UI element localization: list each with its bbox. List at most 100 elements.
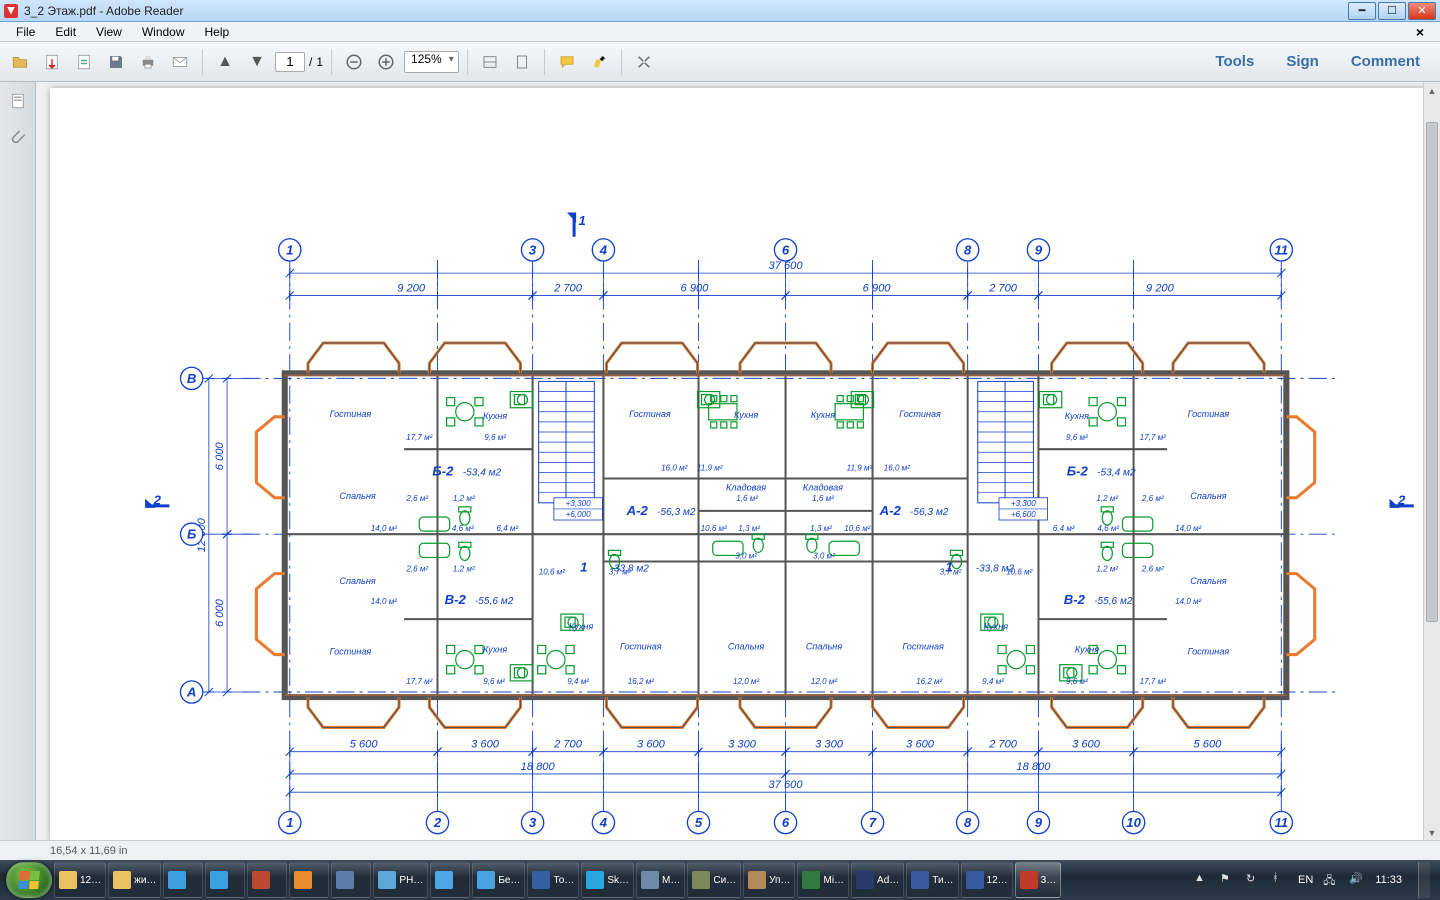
taskbar-item[interactable]: То…	[527, 862, 579, 898]
taskbar-item[interactable]: Ти…	[906, 862, 958, 898]
pdf-page[interactable]: +3,300+6,000+3,300+6,60037 6009 2002 700…	[50, 88, 1426, 844]
svg-text:Гостиная: Гостиная	[330, 409, 372, 419]
taskbar-item[interactable]: Sk…	[581, 862, 634, 898]
svg-text:17,7 м²: 17,7 м²	[1140, 677, 1167, 686]
export-pdf-button[interactable]	[38, 48, 66, 76]
taskbar-item[interactable]: жи…	[108, 862, 161, 898]
taskbar-item[interactable]	[205, 862, 245, 898]
windows-taskbar: 12…жи…PH…Бе…То…Sk…М…Си…Уп…Mi…Ad…Ти…12…3……	[0, 860, 1440, 900]
taskbar-item[interactable]: Бе…	[472, 862, 525, 898]
svg-text:6 900: 6 900	[681, 282, 710, 294]
tray-sync-icon[interactable]: ↻	[1246, 872, 1262, 888]
svg-text:6,4 м²: 6,4 м²	[496, 524, 518, 533]
tray-volume-icon[interactable]: 🔊	[1349, 872, 1365, 888]
svg-text:Кухня: Кухня	[1075, 645, 1099, 655]
comment-panel-link[interactable]: Comment	[1337, 53, 1434, 70]
fit-width-button[interactable]	[476, 48, 504, 76]
taskbar-item[interactable]: 12…	[961, 862, 1013, 898]
menu-window[interactable]: Window	[132, 23, 195, 41]
taskbar-item[interactable]: 3…	[1015, 862, 1062, 898]
svg-text:4: 4	[599, 242, 608, 257]
svg-text:Кладовая: Кладовая	[803, 483, 843, 493]
tray-up-icon[interactable]: ▲	[1194, 872, 1210, 888]
attachments-icon[interactable]	[7, 126, 29, 148]
window-maximize-button[interactable]: ☐	[1378, 2, 1406, 20]
svg-text:6: 6	[782, 815, 790, 830]
taskbar-item[interactable]	[247, 862, 287, 898]
menu-edit[interactable]: Edit	[45, 23, 86, 41]
sign-panel-link[interactable]: Sign	[1272, 53, 1333, 70]
start-button[interactable]	[6, 862, 52, 898]
print-button[interactable]	[134, 48, 162, 76]
svg-text:-56,3 м2: -56,3 м2	[657, 507, 696, 518]
svg-text:Кухня: Кухня	[483, 645, 507, 655]
svg-text:3: 3	[529, 242, 537, 257]
taskbar-item[interactable]: Си…	[687, 862, 741, 898]
window-minimize-button[interactable]: ━	[1348, 2, 1376, 20]
taskbar-item[interactable]	[289, 862, 329, 898]
svg-text:+6,600: +6,600	[1011, 510, 1036, 519]
thumbnails-icon[interactable]	[7, 90, 29, 112]
taskbar-item[interactable]: 12…	[54, 862, 106, 898]
menu-close-icon[interactable]: ×	[1406, 22, 1434, 42]
svg-text:37 600: 37 600	[769, 260, 804, 272]
tray-network-icon[interactable]: 🖧	[1323, 872, 1339, 888]
svg-text:1,2 м²: 1,2 м²	[453, 494, 475, 503]
open-button[interactable]	[6, 48, 34, 76]
tray-language[interactable]: EN	[1298, 874, 1313, 886]
page-indicator: / 1	[275, 52, 323, 72]
svg-text:2,6 м²: 2,6 м²	[405, 494, 428, 503]
create-pdf-button[interactable]	[70, 48, 98, 76]
email-button[interactable]	[166, 48, 194, 76]
svg-text:4: 4	[599, 815, 608, 830]
svg-text:6 000: 6 000	[214, 442, 226, 471]
vertical-scrollbar[interactable]: ▲▼	[1423, 82, 1440, 841]
svg-text:-55,6 м2: -55,6 м2	[1094, 596, 1133, 607]
zoom-out-button[interactable]	[340, 48, 368, 76]
taskbar-item[interactable]: Уп…	[743, 862, 795, 898]
tray-clock[interactable]: 11:33	[1375, 874, 1402, 886]
svg-text:Кухня: Кухня	[734, 410, 758, 420]
svg-text:11: 11	[1274, 242, 1288, 257]
window-close-button[interactable]: ✕	[1408, 2, 1436, 20]
svg-text:Спальня: Спальня	[1190, 491, 1226, 501]
fit-page-button[interactable]	[508, 48, 536, 76]
page-current-input[interactable]	[275, 52, 305, 72]
add-note-button[interactable]	[553, 48, 581, 76]
tray-bluetooth-icon[interactable]: ᚼ	[1272, 872, 1288, 888]
save-button[interactable]	[102, 48, 130, 76]
svg-text:Кухня: Кухня	[811, 410, 835, 420]
taskbar-item[interactable]	[331, 862, 371, 898]
menu-file[interactable]: File	[6, 23, 45, 41]
taskbar-item[interactable]: Mi…	[797, 862, 849, 898]
page-up-button[interactable]: ▲	[211, 48, 239, 76]
taskbar-item[interactable]: М…	[636, 862, 685, 898]
svg-text:8: 8	[964, 815, 972, 830]
tray-action-center-icon[interactable]: ⚑	[1220, 872, 1236, 888]
svg-text:Спальня: Спальня	[339, 491, 375, 501]
svg-text:16,2 м²: 16,2 м²	[628, 677, 655, 686]
svg-text:9,4 м²: 9,4 м²	[567, 677, 589, 686]
menu-help[interactable]: Help	[195, 23, 240, 41]
taskbar-item[interactable]: Ad…	[851, 862, 904, 898]
app-logo-icon	[4, 4, 18, 18]
taskbar-item[interactable]	[163, 862, 203, 898]
svg-text:5: 5	[695, 815, 703, 830]
svg-text:3: 3	[529, 815, 537, 830]
highlight-button[interactable]	[585, 48, 613, 76]
svg-text:37 600: 37 600	[769, 779, 804, 791]
page-down-button[interactable]: ▼	[243, 48, 271, 76]
tools-panel-link[interactable]: Tools	[1201, 53, 1268, 70]
taskbar-item[interactable]: PH…	[373, 862, 428, 898]
svg-text:В: В	[187, 371, 196, 386]
read-mode-button[interactable]	[630, 48, 658, 76]
svg-text:А-2: А-2	[626, 503, 649, 518]
taskbar-item[interactable]	[430, 862, 470, 898]
zoom-in-button[interactable]	[372, 48, 400, 76]
zoom-select[interactable]: 125%	[404, 51, 459, 73]
svg-text:2 700: 2 700	[988, 282, 1018, 294]
menu-view[interactable]: View	[86, 23, 132, 41]
svg-text:1: 1	[579, 213, 586, 228]
svg-text:8: 8	[964, 242, 972, 257]
show-desktop-button[interactable]	[1418, 862, 1430, 898]
